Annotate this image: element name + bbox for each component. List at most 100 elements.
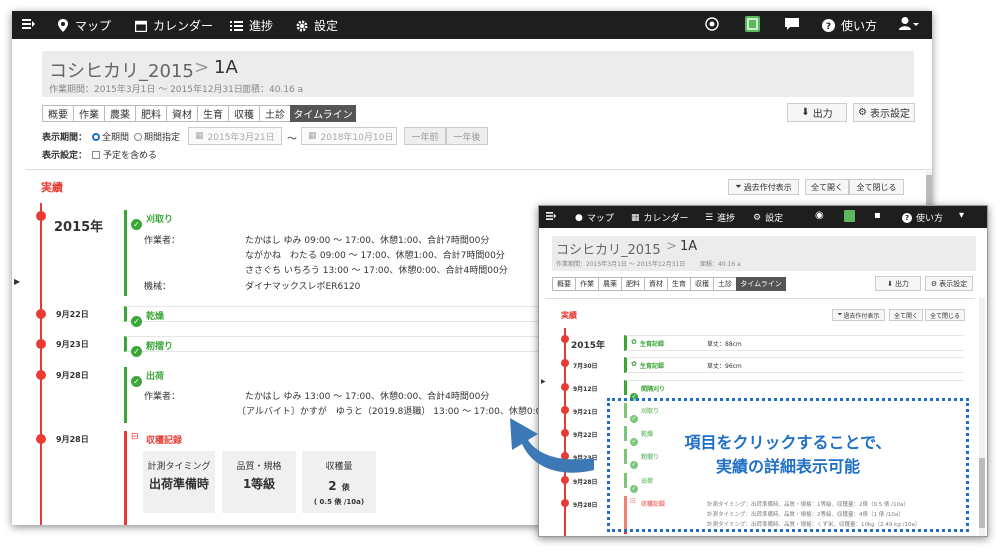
nav-progress[interactable]: ☰ 進捗 xyxy=(705,211,735,225)
nav-settings-label: 設定 xyxy=(314,19,339,33)
leaf-icon: ✿ xyxy=(631,360,637,368)
tab-overview[interactable]: 概要 xyxy=(552,277,576,291)
past-work-button[interactable]: ⏷ 過去作付表示 xyxy=(832,309,885,321)
expand-all-button[interactable]: 全て開く xyxy=(889,309,923,321)
nav-settings[interactable]: 設定 xyxy=(296,17,338,34)
worker-label: 作業者： xyxy=(144,392,181,402)
user-menu-icon[interactable]: ▾ xyxy=(959,210,964,221)
tab-pesticide[interactable]: 農薬 xyxy=(104,105,136,122)
section-actual-title: 実績 xyxy=(561,311,577,320)
display-settings-button[interactable]: ⚙ 表示設定 xyxy=(853,103,915,122)
nav-help-label: 使い方 xyxy=(841,19,878,33)
event-harvest-cut[interactable]: ✓ 刈取り 作業者： たかはし ゆみ 09:00 ～ 17:00、休憩1:00、… xyxy=(124,210,554,296)
event-hulling[interactable]: ✓ 籾摺り xyxy=(124,336,554,357)
divider xyxy=(545,298,975,299)
check-icon: ✓ xyxy=(131,309,142,328)
plot-name: 1A xyxy=(214,57,238,78)
collapse-all-button[interactable]: 全て閉じる xyxy=(925,309,965,321)
gear-icon xyxy=(296,20,308,31)
display-settings-button[interactable]: ⚙ 表示設定 xyxy=(925,276,973,291)
curved-arrow-icon xyxy=(510,418,594,473)
end-date-input[interactable]: ▦ 2018年10月10日 xyxy=(301,127,397,145)
export-button[interactable]: ⬇ 出力 xyxy=(787,103,847,122)
timeline-dot xyxy=(561,335,569,343)
sync-icon[interactable] xyxy=(705,17,719,31)
past-work-button[interactable]: ⏷ 過去作付表示 xyxy=(728,179,799,195)
expand-arrow-icon[interactable]: ▶ xyxy=(541,378,546,385)
tab-fertilizer[interactable]: 肥料 xyxy=(135,105,167,122)
book-icon[interactable] xyxy=(745,16,760,32)
user-menu-icon[interactable] xyxy=(899,17,919,30)
tab-growth[interactable]: 生育 xyxy=(667,277,691,291)
sync-icon[interactable]: ◉ xyxy=(815,210,824,221)
tab-pesticide[interactable]: 農薬 xyxy=(598,277,622,291)
nav-help[interactable]: ? 使い方 xyxy=(902,211,943,224)
basket-icon: ⊟ xyxy=(131,432,139,442)
work-period: 作業期間：2015年3月1日 ～ 2015年12月31日 xyxy=(556,261,686,268)
include-planned-label: 予定を含める xyxy=(103,151,158,161)
next-year-button[interactable]: 一年後 xyxy=(446,127,488,145)
event-date: 7月30日 xyxy=(573,363,598,370)
nav-map[interactable]: マップ xyxy=(58,17,111,34)
start-date-input[interactable]: ▦ 2015年3月21日 xyxy=(188,127,282,145)
event-growth-record[interactable]: ✿ 生育記録 草丈：96cm xyxy=(624,357,964,373)
tab-work[interactable]: 作業 xyxy=(73,105,105,122)
download-icon: ⬇ xyxy=(887,279,893,288)
tab-growth[interactable]: 生育 xyxy=(197,105,229,122)
radio-unchecked-icon xyxy=(134,133,142,141)
event-growth-record[interactable]: ✿ 生育記録 草丈：88cm xyxy=(624,335,964,351)
filter-icon: ⏷ xyxy=(837,311,843,318)
scrollbar[interactable] xyxy=(979,298,985,536)
tab-overview[interactable]: 概要 xyxy=(42,105,74,122)
tab-work[interactable]: 作業 xyxy=(575,277,599,291)
list-check-icon xyxy=(230,20,243,31)
calendar-small-icon: ▦ xyxy=(195,131,204,141)
worker-line: たかはし ゆみ 13:00 ～ 17:00、休憩0:00、合計4時間00分 xyxy=(245,392,490,402)
menu-toggle-icon[interactable] xyxy=(22,18,36,30)
top-navbar: ● マップ ▦ カレンダー ☰ 進捗 ⚙ 設定 ◉ ▪ ? 使い方 ▾ xyxy=(539,206,987,228)
specify-period-radio[interactable]: 期間指定 xyxy=(134,130,180,143)
tab-harvest[interactable]: 収穫 xyxy=(690,277,714,291)
nav-calendar[interactable]: カレンダー xyxy=(135,17,213,34)
nav-settings[interactable]: ⚙ 設定 xyxy=(753,211,783,225)
tab-timeline[interactable]: タイムライン xyxy=(290,105,356,122)
event-title: 収穫記録 xyxy=(146,436,183,446)
event-title: 生育記録 xyxy=(640,341,665,348)
tab-soil[interactable]: 土診 xyxy=(713,277,737,291)
chat-icon[interactable]: ▪ xyxy=(874,210,881,221)
divider xyxy=(26,169,932,170)
tab-soil[interactable]: 土診 xyxy=(259,105,291,122)
gear-icon: ⚙ xyxy=(753,212,762,223)
event-spacing-cut[interactable]: ✓ 間隔刈り xyxy=(624,380,964,401)
nav-help[interactable]: ? 使い方 xyxy=(822,17,877,34)
chat-icon[interactable] xyxy=(785,18,799,31)
tab-fertilizer[interactable]: 肥料 xyxy=(621,277,645,291)
prev-year-button[interactable]: 一年前 xyxy=(404,127,446,145)
tab-material[interactable]: 資材 xyxy=(644,277,668,291)
plot-name: 1A xyxy=(680,239,698,254)
scrollbar-thumb[interactable] xyxy=(979,458,985,528)
include-planned-checkbox[interactable]: 予定を含める xyxy=(92,148,157,161)
tab-material[interactable]: 資材 xyxy=(166,105,198,122)
nav-calendar[interactable]: ▦ カレンダー xyxy=(631,211,689,225)
collapse-all-button[interactable]: 全て閉じる xyxy=(849,179,904,195)
tab-timeline[interactable]: タイムライン xyxy=(736,277,786,291)
timeline-dot xyxy=(36,211,46,221)
field-name: コシヒカリ_2015 xyxy=(49,61,194,82)
nav-calendar-label: カレンダー xyxy=(153,19,214,33)
timeline-line xyxy=(40,203,42,525)
event-title: 乾燥 xyxy=(146,312,165,322)
all-period-radio[interactable]: 全期間 xyxy=(92,130,129,143)
card-value: 2 xyxy=(328,479,337,493)
book-icon[interactable] xyxy=(844,210,855,222)
event-drying[interactable]: ✓ 乾燥 xyxy=(124,306,554,327)
export-button[interactable]: ⬇ 出力 xyxy=(875,276,921,291)
event-title: 刈取り xyxy=(146,215,174,225)
nav-map[interactable]: ● マップ xyxy=(575,211,614,225)
field-area: 面積：40.16 a xyxy=(700,261,741,268)
menu-toggle-icon[interactable] xyxy=(546,211,557,221)
expand-arrow-icon[interactable]: ▶ xyxy=(14,277,20,286)
expand-all-button[interactable]: 全て開く xyxy=(805,179,849,195)
tab-harvest[interactable]: 収穫 xyxy=(228,105,260,122)
nav-progress[interactable]: 進捗 xyxy=(230,17,273,34)
